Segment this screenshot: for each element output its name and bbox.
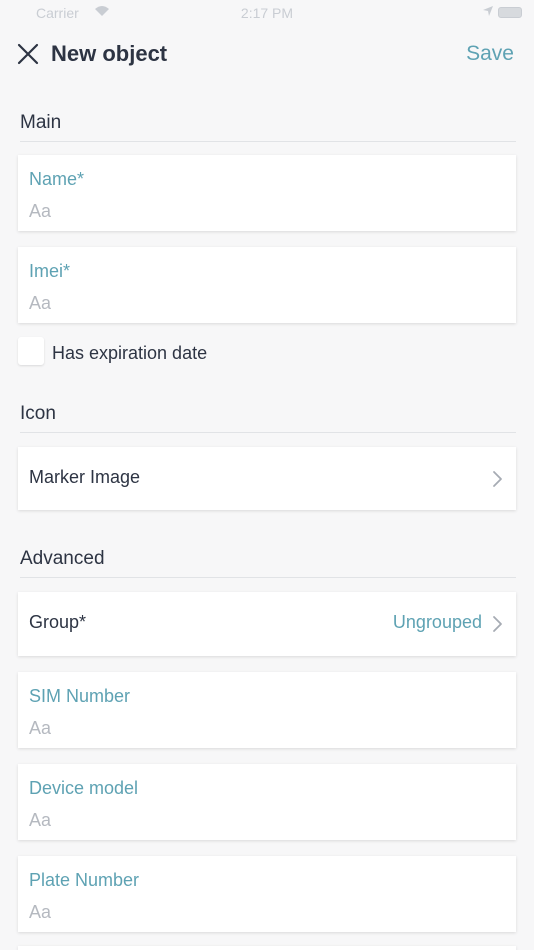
imei-input[interactable] (29, 291, 499, 315)
section-title-main: Main (20, 112, 62, 133)
close-icon[interactable] (14, 40, 42, 68)
save-button[interactable]: Save (466, 42, 514, 66)
chevron-right-icon (493, 471, 502, 487)
section-divider (20, 141, 516, 142)
name-field-label: Name* (29, 169, 85, 189)
device-model-input[interactable] (29, 808, 499, 832)
expiration-date-label: Has expiration date (52, 343, 208, 363)
plate-number-field-label: Plate Number (29, 870, 140, 890)
plate-number-input[interactable] (29, 900, 499, 924)
device-model-field-card[interactable]: Device model (18, 764, 516, 840)
group-value: Ungrouped (392, 612, 482, 632)
sim-number-field-label: SIM Number (29, 686, 131, 706)
name-field-card[interactable]: Name* (18, 155, 516, 231)
location-icon (483, 6, 493, 16)
expiration-date-row[interactable]: Has expiration date (18, 337, 318, 367)
next-field-card[interactable] (18, 946, 516, 950)
name-input[interactable] (29, 199, 499, 223)
page-title: New object (51, 41, 168, 66)
imei-field-label: Imei* (29, 261, 71, 281)
section-divider (20, 432, 516, 433)
device-model-field-label: Device model (29, 778, 139, 798)
nav-bar: New object Save (0, 30, 534, 78)
sim-number-input[interactable] (29, 716, 499, 740)
plate-number-field-card[interactable]: Plate Number (18, 856, 516, 932)
section-title-icon: Icon (20, 403, 56, 424)
group-row[interactable]: Group* Ungrouped (18, 592, 516, 656)
battery-icon (498, 7, 522, 18)
group-label: Group* (29, 612, 87, 632)
imei-field-card[interactable]: Imei* (18, 247, 516, 323)
status-bar: Carrier 2:17 PM (0, 0, 534, 24)
section-divider (20, 577, 516, 578)
sim-number-field-card[interactable]: SIM Number (18, 672, 516, 748)
marker-image-row[interactable]: Marker Image (18, 447, 516, 510)
chevron-right-icon (493, 616, 502, 632)
marker-image-label: Marker Image (29, 467, 141, 487)
status-time: 2:17 PM (240, 5, 294, 21)
expiration-date-checkbox[interactable] (18, 337, 44, 365)
section-title-advanced: Advanced (20, 548, 105, 569)
